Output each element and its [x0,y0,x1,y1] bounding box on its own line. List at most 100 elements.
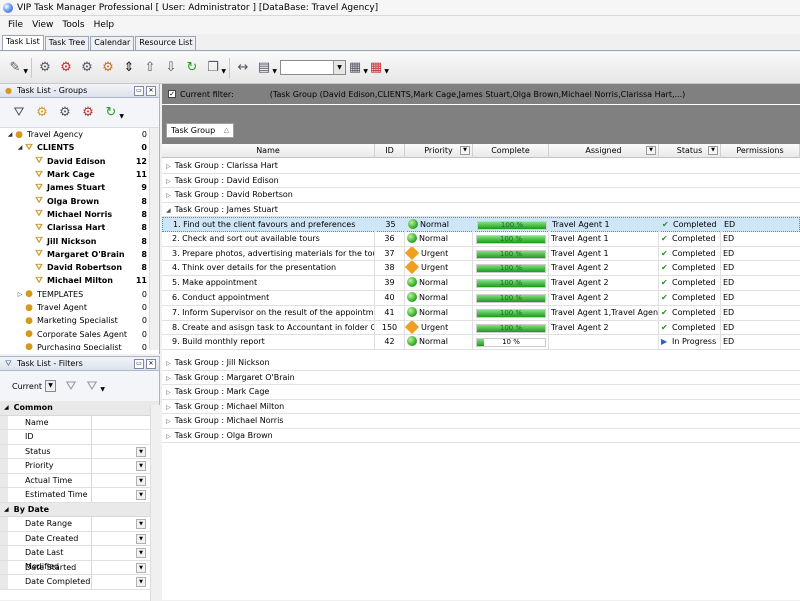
task-priority[interactable]: Normal [406,218,474,232]
group-row[interactable]: ▷ Task Group : Michael Norris [162,414,800,429]
column-header-id[interactable]: ID [375,144,405,158]
group-row[interactable]: ▷ Task Group : Jill Nickson [162,356,800,371]
tree-item[interactable]: ◢ ● Travel Agency 0 [0,128,159,141]
filter-property-value[interactable]: ▼ [92,532,148,546]
tree-item[interactable]: ● Marketing Specialist 0 [0,314,159,327]
tree-item[interactable]: ⛛ James Stuart 9 [0,181,159,194]
task-row[interactable]: 9. Build monthly report 42 Normal 10 % ▶ In P… [162,335,800,351]
column-header-assigned[interactable]: Assigned ▼ [549,144,659,158]
chevron-down-icon[interactable]: ▼ [708,146,718,155]
task-status[interactable]: ✔ Completed [659,246,721,261]
task-properties-icon[interactable]: ⚙ [78,59,96,77]
chevron-down-icon[interactable]: ▼ [136,490,146,500]
move-vertical-icon[interactable]: ⇕ [120,59,138,77]
filter-groups-icon[interactable]: ⛛ [10,104,28,122]
chevron-down-icon[interactable]: ▼ [136,519,146,529]
task-priority[interactable]: Normal [405,231,473,246]
tab-calendar[interactable]: Calendar [90,36,135,50]
tree-item[interactable]: ● Purchasing Specialist 0 [0,341,159,350]
task-row[interactable]: 3. Prepare photos, advertising materials… [162,246,800,262]
group-row[interactable]: ▷ Task Group : Margaret O'Brain [162,371,800,386]
chevron-down-icon[interactable]: ▼ [136,548,146,558]
menu-help[interactable]: Help [94,20,115,30]
group-by-chip[interactable]: Task Group △ [166,123,235,138]
copy-icon[interactable]: ❐ ▼ [204,59,226,77]
new-task-icon[interactable]: ✎ ▼ [6,59,28,77]
expand-icon[interactable]: ▷ [166,375,171,382]
task-row[interactable]: 2. Check and sort out available tours 36 N… [162,231,800,247]
filters-scrollbar[interactable] [150,405,160,601]
add-group-icon[interactable]: ⚙ [33,104,51,122]
task-row[interactable]: 4. Think over details for the presentati… [162,261,800,277]
columns-icon[interactable]: ▤ ▼ [255,59,277,77]
tree-item[interactable]: ⛛ David Robertson 8 [0,261,159,274]
filter-property-value[interactable]: ▼ [92,561,148,575]
filter-property-value[interactable]: ▼ [92,575,148,589]
expand-icon[interactable]: ▷ [16,291,24,298]
group-row[interactable]: ▷ Task Group : David Robertson [162,188,800,203]
save-view-icon[interactable]: ▦ ▼ [346,59,368,77]
delete-task-icon[interactable]: ⚙ [57,59,75,77]
filter-property-value[interactable]: ▼ [92,445,148,459]
expand-icon[interactable]: ▷ [166,192,171,199]
close-icon[interactable]: ✕ [146,86,156,96]
toolbar-combo[interactable]: ▼ [280,60,346,75]
menu-file[interactable]: File [8,20,23,30]
expand-icon[interactable]: ▷ [166,178,171,185]
tree-item[interactable]: ▷ ● TEMPLATES 0 [0,288,159,301]
chevron-down-icon[interactable]: ▼ [136,577,146,587]
filter-category[interactable]: ◢ By Date [0,502,159,517]
chevron-down-icon[interactable]: ▼ [136,446,146,457]
task-row[interactable]: 7. Inform Supervisor on the result of th… [162,305,800,321]
tab-task-tree[interactable]: Task Tree [44,36,90,50]
collapse-icon[interactable]: ◢ [166,207,171,214]
tree-item[interactable]: ◢ ⛛ CLIENTS 0 [0,141,159,154]
filter-property-value[interactable]: ▼ [92,517,148,531]
task-status[interactable]: ✔ Completed [660,218,722,232]
task-row[interactable]: 5. Make appointment 39 Normal 100 % Travel A… [162,276,800,291]
column-header-name[interactable]: Name [162,144,375,158]
chevron-down-icon[interactable]: ▼ [646,146,656,155]
refresh-icon[interactable]: ↻ [183,59,201,77]
expand-icon[interactable]: ▷ [166,418,171,425]
column-header-complete[interactable]: Complete [473,144,549,158]
tree-item[interactable]: ⛛ David Edison 12 [0,155,159,168]
filter-property-value[interactable] [92,430,148,444]
column-header-permissions[interactable]: Permissions [721,144,800,158]
menu-view[interactable]: View [32,20,53,30]
filter-property-value[interactable]: ▼ [92,459,148,473]
filter-property-value[interactable]: ▼ [92,546,148,560]
tab-task-list[interactable]: Task List [2,35,44,50]
collapse-icon[interactable]: ◢ [6,131,14,138]
task-status[interactable]: ✔ Completed [659,305,721,320]
task-status[interactable]: ✔ Completed [659,320,721,335]
tree-item[interactable]: ● Corporate Sales Agent 0 [0,327,159,340]
tree-item[interactable]: ⛛ Mark Cage 11 [0,168,159,181]
chevron-down-icon[interactable]: ▼ [136,461,146,471]
close-icon[interactable]: ✕ [146,359,156,369]
group-row[interactable]: ▷ Task Group : David Edison [162,174,800,188]
task-row[interactable]: 6. Conduct appointment 40 Normal 100 % Trave… [162,291,800,306]
save-filter-icon[interactable]: ⛛ ▼ [83,377,105,395]
edit-group-icon[interactable]: ⚙ [56,104,74,122]
filter-property-value[interactable] [92,416,148,430]
task-status[interactable]: ✔ Completed [659,231,721,246]
chevron-down-icon[interactable]: ▼ [136,533,146,544]
menu-tools[interactable]: Tools [62,20,84,30]
tree-item[interactable]: ⛛ Michael Norris 8 [0,208,159,221]
collapse-icon[interactable]: ◢ [16,144,24,151]
task-priority[interactable]: Normal [405,305,473,320]
task-status[interactable]: ✔ Completed [659,291,721,305]
task-priority[interactable]: Normal [405,276,473,291]
refresh-groups-icon[interactable]: ↻ ▼ [102,104,124,122]
task-permissions-icon[interactable]: ⚙ [99,59,117,77]
expand-icon[interactable]: ▷ [166,389,171,396]
group-row[interactable]: ▷ Task Group : Michael Milton [162,400,800,415]
chevron-down-icon[interactable]: ▼ [45,380,57,392]
column-header-priority[interactable]: Priority ▼ [405,144,473,158]
tree-item[interactable]: ⛛ Michael Milton 11 [0,274,159,287]
collapse-icon[interactable]: ◢ [4,506,9,513]
task-status[interactable]: ✔ Completed [659,276,721,291]
task-status[interactable]: ▶ In Progress [659,335,721,350]
filter-preset-select[interactable]: Current ▼ [10,379,62,393]
